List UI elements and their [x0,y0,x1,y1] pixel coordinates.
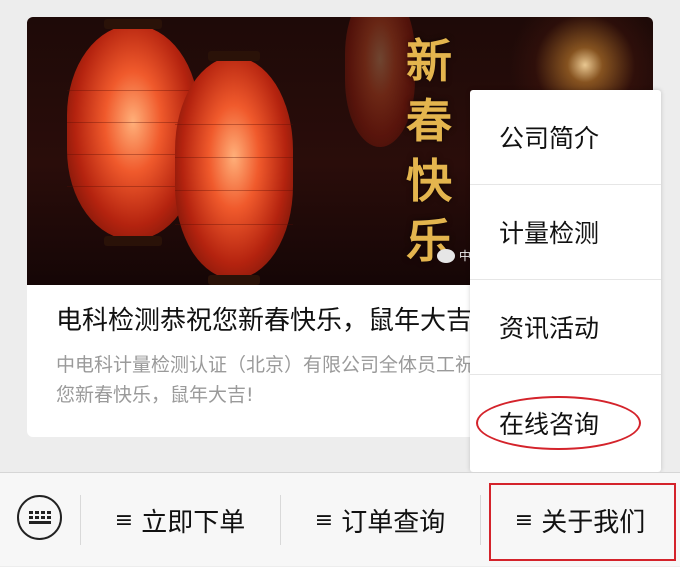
tab-place-order[interactable]: ≡ 立即下单 [80,473,280,567]
tab-order-query[interactable]: ≡ 订单查询 [280,473,480,567]
wechat-icon [437,248,455,263]
lantern-image [175,51,293,285]
menu-item-company-profile[interactable]: 公司简介 [470,90,661,185]
menu-icon: ≡ [314,507,334,533]
menu-icon: ≡ [114,507,134,533]
article-title[interactable]: 电科检测恭祝您新春快乐，鼠年大吉 [56,300,486,337]
banner-greeting-text: 新 春 快 乐 [406,34,452,268]
article-description: 中电科计量检测认证（北京）有限公司全体员工祝 您新春快乐，鼠年大吉! [56,354,475,406]
menu-item-online-consultation[interactable]: 在线咨询 [470,375,661,470]
about-us-popup-menu: 公司简介 计量检测 资讯活动 在线咨询 [470,90,661,472]
menu-item-news-events[interactable]: 资讯活动 [470,280,661,375]
highlight-circle [476,396,641,450]
highlight-box [489,483,676,561]
wechat-watermark: 中 [437,247,471,264]
keyboard-icon[interactable] [17,495,62,540]
menu-item-metrology-testing[interactable]: 计量检测 [470,185,661,280]
